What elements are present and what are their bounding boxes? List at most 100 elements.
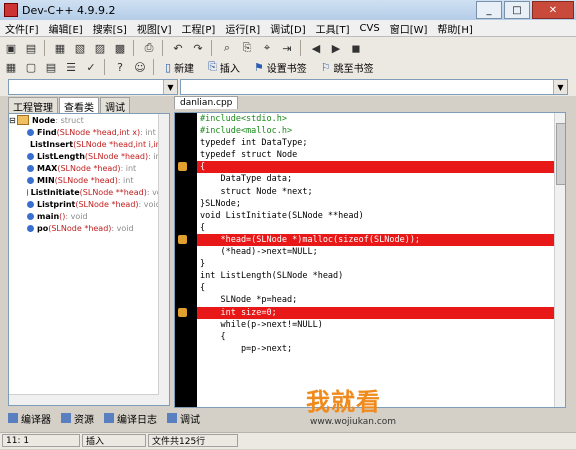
menu-item[interactable]: 运行[R] xyxy=(220,21,265,36)
find-icon[interactable]: ⌕ xyxy=(218,39,236,57)
insert-button[interactable]: ⎘ 插入 xyxy=(201,57,247,77)
menu-item[interactable]: 调试[D] xyxy=(265,21,311,36)
breakpoint-icon[interactable] xyxy=(178,162,187,172)
window-icon[interactable]: ▢ xyxy=(22,58,40,76)
menu-item[interactable]: 视图[V] xyxy=(132,21,177,36)
tree-root[interactable]: ⊟ Node : struct xyxy=(9,114,169,126)
editor-vertical-scrollbar[interactable] xyxy=(554,113,565,407)
save-all-icon[interactable]: ▧ xyxy=(71,39,89,57)
bottom-tab[interactable]: 资源 xyxy=(61,411,94,426)
code-line[interactable]: void ListInitiate(SLNode **head) xyxy=(197,210,554,222)
code-text: { xyxy=(200,162,206,173)
code-line[interactable]: SLNode *p=head; xyxy=(197,294,554,306)
tree-vertical-scrollbar[interactable] xyxy=(158,114,169,405)
stop-icon[interactable]: ◼ xyxy=(347,39,365,57)
member-combo[interactable]: ▼ xyxy=(180,79,568,95)
bottom-tab[interactable]: 编译日志 xyxy=(104,411,157,426)
scrollbar-thumb[interactable] xyxy=(556,123,565,185)
goto-line-icon[interactable]: ⇥ xyxy=(278,39,296,57)
tree-item[interactable]: MIN (SLNode *head) : int xyxy=(9,174,169,186)
code-line[interactable]: } xyxy=(197,258,554,270)
code-line[interactable]: { xyxy=(197,331,554,343)
new-project-icon[interactable]: ▣ xyxy=(2,39,20,57)
help-icon[interactable]: ? xyxy=(111,58,129,76)
code-line[interactable]: int ListLength(SLNode *head) xyxy=(197,270,554,282)
code-line[interactable]: { xyxy=(197,282,554,294)
redo-icon[interactable]: ↷ xyxy=(189,39,207,57)
grid-icon[interactable]: ▦ xyxy=(2,58,20,76)
tab-icon xyxy=(61,413,71,423)
tree-item[interactable]: ListInitiate(SLNode **head) : void xyxy=(9,186,169,198)
table-icon[interactable]: ▤ xyxy=(42,58,60,76)
left-tab[interactable]: 调试 xyxy=(100,97,130,114)
class-combo[interactable]: ▼ xyxy=(8,79,178,95)
breakpoint-line[interactable]: int size=0; xyxy=(178,306,554,319)
left-tab[interactable]: 查看类 xyxy=(59,97,99,114)
code-area[interactable]: #include<stdio.h> #include<malloc.h> typed… xyxy=(178,113,554,407)
find-next-icon[interactable]: ⌖ xyxy=(258,39,276,57)
code-text: { xyxy=(200,283,206,294)
code-line[interactable]: #include<stdio.h> xyxy=(197,113,554,125)
menu-item[interactable]: CVS xyxy=(355,23,385,34)
code-line[interactable]: while(p->next!=NULL) xyxy=(197,319,554,331)
code-line[interactable]: struct Node *next; xyxy=(197,186,554,198)
tree-item[interactable]: main() : void xyxy=(9,210,169,222)
menu-item[interactable]: 帮助[H] xyxy=(432,21,477,36)
maximize-button[interactable]: □ xyxy=(504,1,530,19)
code-line[interactable]: p=p->next; xyxy=(197,343,554,355)
chevron-down-icon[interactable]: ▼ xyxy=(163,80,177,94)
code-line[interactable]: #include<malloc.h> xyxy=(197,125,554,137)
code-editor[interactable]: #include<stdio.h> #include<malloc.h> typed… xyxy=(174,112,566,408)
open-icon[interactable]: ▤ xyxy=(22,39,40,57)
new-button[interactable]: ▯ 新建 xyxy=(158,57,201,77)
file-tab[interactable]: danlian.cpp xyxy=(174,96,239,109)
close-button[interactable]: ✕ xyxy=(532,1,574,19)
breakpoint-line[interactable]: *head=(SLNode *)malloc(sizeof(SLNode)); xyxy=(178,233,554,247)
code-line[interactable]: }SLNode; xyxy=(197,198,554,210)
breakpoint-icon[interactable] xyxy=(178,307,187,317)
menu-item[interactable]: 工具[T] xyxy=(311,21,355,36)
menu-item[interactable]: 文件[F] xyxy=(0,21,44,36)
tree-item[interactable]: ListLength (SLNode *head) : int xyxy=(9,150,169,162)
check-icon[interactable]: ✓ xyxy=(82,58,100,76)
bottom-tab[interactable]: 调试 xyxy=(167,411,200,426)
replace-icon[interactable]: ⎘ xyxy=(238,39,256,57)
tree-horizontal-scrollbar[interactable] xyxy=(9,394,159,405)
left-tab[interactable]: 工程管理 xyxy=(8,97,58,114)
code-line[interactable]: (*head)->next=NULL; xyxy=(197,246,554,258)
menu-item[interactable]: 工程[P] xyxy=(177,21,221,36)
bottom-tab[interactable]: 编译器 xyxy=(8,411,51,426)
code-line[interactable]: typedef struct Node xyxy=(197,149,554,161)
list-icon[interactable]: ☰ xyxy=(62,58,80,76)
breakpoint-line[interactable]: { xyxy=(178,161,554,174)
goto-bookmark-button[interactable]: ⚐ 跳至书签 xyxy=(314,57,381,77)
tree-item[interactable]: ListInsert(SLNode *head,int i,int x) : i… xyxy=(9,138,169,150)
undo-icon[interactable]: ↶ xyxy=(169,39,187,57)
next-icon[interactable]: ▶ xyxy=(327,39,345,57)
code-line[interactable]: { xyxy=(197,222,554,234)
breakpoint-icon[interactable] xyxy=(178,234,187,244)
tree-item[interactable]: Find (SLNode *head,int x) : int xyxy=(9,126,169,138)
save-icon[interactable]: ▦ xyxy=(51,39,69,57)
tree-item[interactable]: po (SLNode *head) : void xyxy=(9,222,169,234)
print-icon[interactable]: ⎙ xyxy=(140,39,158,57)
editor-gutter[interactable] xyxy=(175,113,197,407)
code-text: } xyxy=(200,259,206,270)
collapse-icon[interactable]: ⊟ xyxy=(9,116,17,125)
prev-icon[interactable]: ◀ xyxy=(307,39,325,57)
close-file-icon[interactable]: ▨ xyxy=(91,39,109,57)
tree-item[interactable]: Listprint (SLNode *head) : void xyxy=(9,198,169,210)
code-line[interactable]: DataType data; xyxy=(197,173,554,185)
minimize-button[interactable]: _ xyxy=(476,1,502,19)
code-line[interactable]: typedef int DataType; xyxy=(197,137,554,149)
cursor-position: 11: 1 xyxy=(2,434,80,447)
close-all-icon[interactable]: ▩ xyxy=(111,39,129,57)
about-icon[interactable]: ☺ xyxy=(131,58,149,76)
tree-item[interactable]: MAX (SLNode *head) : int xyxy=(9,162,169,174)
set-bookmark-button[interactable]: ⚑ 设置书签 xyxy=(247,57,314,77)
menu-item[interactable]: 窗口[W] xyxy=(385,21,433,36)
chevron-down-icon[interactable]: ▼ xyxy=(553,80,567,94)
menu-item[interactable]: 编辑[E] xyxy=(44,21,88,36)
menu-item[interactable]: 搜索[S] xyxy=(88,21,132,36)
method-return: : void xyxy=(65,211,88,221)
